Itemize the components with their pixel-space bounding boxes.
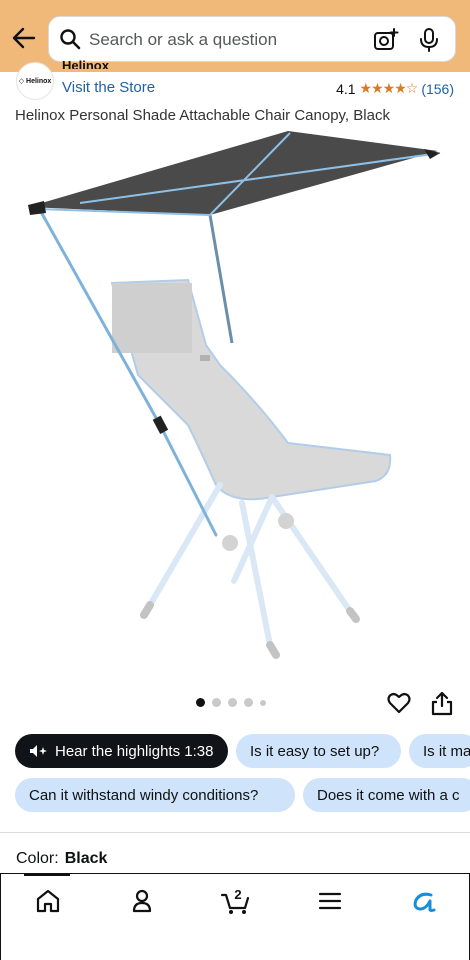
back-arrow-icon[interactable] [10, 24, 38, 52]
rufus-assistant-icon[interactable] [409, 886, 439, 916]
speaker-sparkle-icon [30, 745, 47, 757]
active-tab-indicator [24, 873, 70, 876]
search-icon [60, 29, 81, 50]
image-pager [196, 698, 266, 707]
microphone-icon[interactable] [417, 27, 441, 53]
search-bar[interactable]: Search or ask a question [48, 16, 456, 62]
camera-search-icon[interactable] [373, 27, 399, 53]
pager-dot[interactable] [196, 698, 205, 707]
rating-summary[interactable]: 4.1 ★★★★☆ (156) [336, 80, 454, 97]
chair-illustration [110, 278, 392, 659]
question-chip-included[interactable]: Does it come with a c [303, 778, 470, 812]
star-rating-icon: ★★★★☆ [359, 80, 419, 96]
hear-highlights-label: Hear the highlights 1:38 [55, 742, 214, 760]
question-chip-easy-setup[interactable]: Is it easy to set up? [236, 734, 401, 768]
menu-icon[interactable] [315, 886, 345, 916]
color-value: Black [64, 850, 108, 867]
bottom-nav: 2 [0, 873, 470, 960]
rating-value: 4.1 [336, 80, 356, 97]
visit-store-link[interactable]: Visit the Store [62, 79, 155, 96]
product-image[interactable] [20, 125, 450, 685]
cart-icon[interactable]: 2 [219, 886, 255, 916]
hear-highlights-button[interactable]: Hear the highlights 1:38 [15, 734, 228, 768]
rating-count[interactable]: (156) [421, 81, 454, 97]
account-icon[interactable] [127, 886, 157, 916]
brand-name: Helinox [62, 58, 109, 69]
cart-count: 2 [234, 887, 241, 902]
question-chip-more[interactable]: Is it ma [409, 734, 470, 768]
pager-dot[interactable] [260, 699, 266, 706]
product-title: Helinox Personal Shade Attachable Chair … [15, 107, 390, 124]
pager-dot[interactable] [212, 698, 221, 707]
heart-icon[interactable] [386, 690, 412, 716]
share-icon[interactable] [430, 690, 454, 716]
search-input[interactable]: Search or ask a question [89, 30, 277, 50]
question-chip-windy[interactable]: Can it withstand windy conditions? [15, 778, 295, 812]
divider [0, 832, 470, 833]
pager-dot[interactable] [244, 698, 253, 707]
pager-dot[interactable] [228, 698, 237, 707]
home-icon[interactable] [33, 886, 63, 916]
color-label: Color: [16, 850, 59, 867]
brand-logo[interactable]: ◇ Helinox [16, 62, 54, 100]
color-selector[interactable]: Color: Black [16, 850, 107, 868]
